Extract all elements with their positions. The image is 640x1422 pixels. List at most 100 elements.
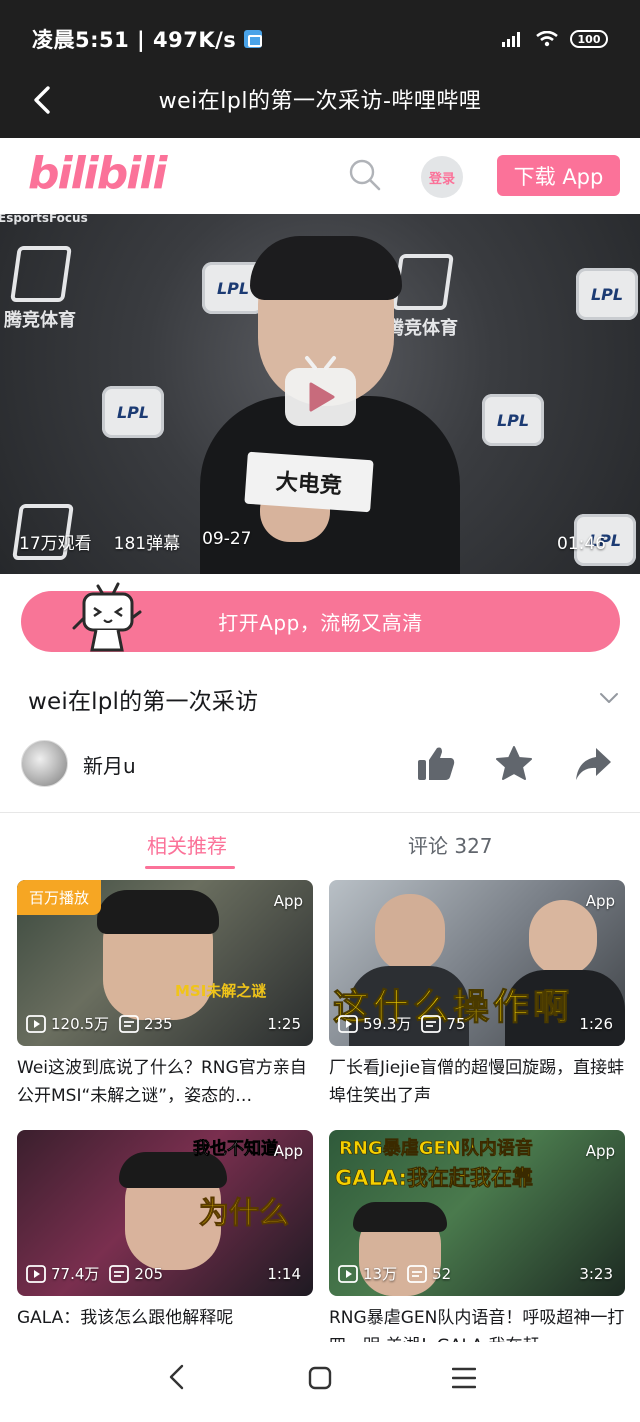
thumb-caption: 为什么 [199, 1196, 290, 1232]
app-badge: App [273, 892, 303, 910]
thumb-caption-sub: GALA:我在赶我在靠 [335, 1166, 534, 1191]
card-title[interactable]: 厂长看Jiejie盲僧的超慢回旋踢，直接蚌埠住笑出了声 [329, 1054, 625, 1110]
star-icon[interactable] [495, 745, 533, 781]
battery-indicator: 100 [570, 30, 608, 48]
card-views: 120.5万 [26, 1013, 109, 1034]
danmaku-icon [119, 1014, 139, 1033]
card-thumbnail[interactable]: 这什么操作啊 App 59.3万 75 1:26 [329, 880, 625, 1046]
card-stats: 13万 52 3:23 [338, 1263, 613, 1284]
signal-icon [502, 32, 520, 47]
danmaku-icon [407, 1264, 427, 1283]
play-count-icon [338, 1264, 358, 1283]
status-time: 凌晨5:51 | 497K/s [32, 28, 237, 52]
tab-comments[interactable]: 评论 327 [408, 830, 493, 859]
card-views-value: 120.5万 [51, 1015, 109, 1033]
card-views: 59.3万 [338, 1013, 411, 1034]
esportsfocus-watermark: EsportsFocus [0, 214, 88, 224]
search-icon[interactable] [348, 158, 382, 192]
download-app-button[interactable]: 下载 App [497, 155, 620, 196]
thumb-caption: MSI未解之谜 [175, 982, 267, 1000]
lpl-logo: LPL [576, 268, 638, 320]
active-tab-indicator [145, 866, 235, 869]
thumb-caption: RNG暴虐GEN队内语音 [339, 1138, 533, 1160]
wifi-icon [536, 31, 558, 47]
video-duration: 01:46 [557, 534, 606, 554]
recommend-card[interactable]: MSI未解之谜 百万播放 App 120.5万 235 1:25 Wei这波到底… [17, 880, 313, 1110]
author-name[interactable]: 新月u [83, 750, 136, 779]
million-views-badge: 百万播放 [17, 880, 102, 915]
nav-home-icon[interactable] [308, 1366, 332, 1390]
video-title: wei在lpl的第一次采访 [28, 689, 259, 715]
card-danmaku-value: 75 [446, 1014, 466, 1033]
card-thumbnail[interactable]: RNG暴虐GEN队内语音 GALA:我在赶我在靠 App 13万 52 3:23 [329, 1130, 625, 1296]
danmaku-count: 181弹幕 [113, 534, 181, 554]
upload-date: 09-27 [202, 529, 252, 549]
card-views: 77.4万 [26, 1263, 99, 1284]
card-stats: 77.4万 205 1:14 [26, 1263, 301, 1284]
danmaku-icon [109, 1264, 130, 1283]
author-row: 新月u [0, 738, 640, 790]
recommend-card[interactable]: RNG暴虐GEN队内语音 GALA:我在赶我在靠 App 13万 52 3:23… [329, 1130, 625, 1360]
card-views-value: 77.4万 [51, 1265, 100, 1283]
watermark-text: EsportsFocus [0, 214, 88, 225]
chevron-down-icon[interactable] [597, 686, 621, 710]
thumb-face [375, 894, 445, 972]
site-header: bilibili 登录 下载 App [0, 138, 640, 214]
app-badge: App [273, 1142, 303, 1160]
author-avatar[interactable] [21, 740, 68, 787]
card-danmaku-value: 235 [143, 1014, 173, 1033]
thumb-caption-top: 我也不知道 [193, 1139, 279, 1160]
play-icon[interactable] [283, 354, 358, 430]
tj-sports-text: 腾竞体育 [4, 310, 76, 331]
content-tabs: 相关推荐 评论 327 [0, 826, 640, 870]
card-danmaku: 75 [421, 1014, 466, 1033]
status-icons: 100 [502, 30, 608, 48]
play-count-icon [26, 1264, 46, 1283]
share-icon[interactable] [574, 746, 612, 782]
card-danmaku-value: 205 [134, 1264, 164, 1283]
lpl-logo: LPL [482, 394, 544, 446]
recommend-card[interactable]: 我也不知道 为什么 App 77.4万 205 1:14 GALA：我该怎么跟他… [17, 1130, 313, 1360]
app-badge: App [585, 1142, 615, 1160]
nav-back-icon[interactable] [164, 1362, 188, 1392]
card-views-value: 13万 [363, 1265, 398, 1283]
app-badge: App [585, 892, 615, 910]
thumb-hair [97, 890, 219, 934]
top-bar: 凌晨5:51 | 497K/s 100 wei在lpl的第一次采访-哔哩哔哩 [0, 0, 640, 138]
status-bar: 凌晨5:51 | 497K/s 100 [32, 24, 608, 54]
play-count-icon [338, 1014, 358, 1033]
video-player[interactable]: EsportsFocus 腾竞体育 腾竞体育 LPL LPL LPL LPL L… [0, 214, 640, 574]
view-count: 17万观看 [19, 534, 92, 554]
card-duration: 3:23 [579, 1264, 613, 1283]
card-thumbnail[interactable]: MSI未解之谜 百万播放 App 120.5万 235 1:25 [17, 880, 313, 1046]
play-count-icon [26, 1014, 46, 1033]
login-button[interactable]: 登录 [421, 156, 463, 198]
danmaku-icon [421, 1014, 442, 1033]
card-danmaku: 52 [407, 1265, 451, 1283]
card-danmaku-value: 52 [432, 1264, 452, 1283]
nav-menu-icon[interactable] [452, 1366, 476, 1390]
divider [0, 812, 640, 813]
card-stats: 120.5万 235 1:25 [26, 1013, 301, 1034]
card-views: 13万 [338, 1263, 397, 1284]
thumb-hair [353, 1202, 447, 1232]
like-icon[interactable] [417, 746, 455, 782]
back-arrow-icon[interactable] [22, 80, 62, 120]
mic-card: 大电竞 [244, 451, 374, 513]
tab-recommend[interactable]: 相关推荐 [147, 830, 227, 859]
card-duration: 1:26 [579, 1014, 613, 1033]
tv-mascot-icon [72, 582, 142, 652]
card-title[interactable]: Wei这波到底说了什么？RNG官方亲自公开MSI“未解之谜”，姿态的… [17, 1054, 313, 1110]
lpl-logo: LPL [102, 386, 164, 438]
card-views-value: 59.3万 [363, 1015, 412, 1033]
card-duration: 1:25 [267, 1014, 301, 1033]
thumb-face [529, 900, 597, 976]
bilibili-logo[interactable]: bilibili [28, 148, 167, 199]
recommend-card[interactable]: 这什么操作啊 App 59.3万 75 1:26 厂长看Jiejie盲僧的超慢回… [329, 880, 625, 1110]
card-danmaku: 205 [109, 1265, 163, 1283]
card-thumbnail[interactable]: 我也不知道 为什么 App 77.4万 205 1:14 [17, 1130, 313, 1296]
tj-sports-logo [10, 246, 72, 302]
page-title: wei在lpl的第一次采访-哔哩哔哩 [158, 89, 482, 114]
system-navigation-bar [0, 1342, 640, 1422]
title-bar: wei在lpl的第一次采访-哔哩哔哩 [0, 74, 640, 124]
